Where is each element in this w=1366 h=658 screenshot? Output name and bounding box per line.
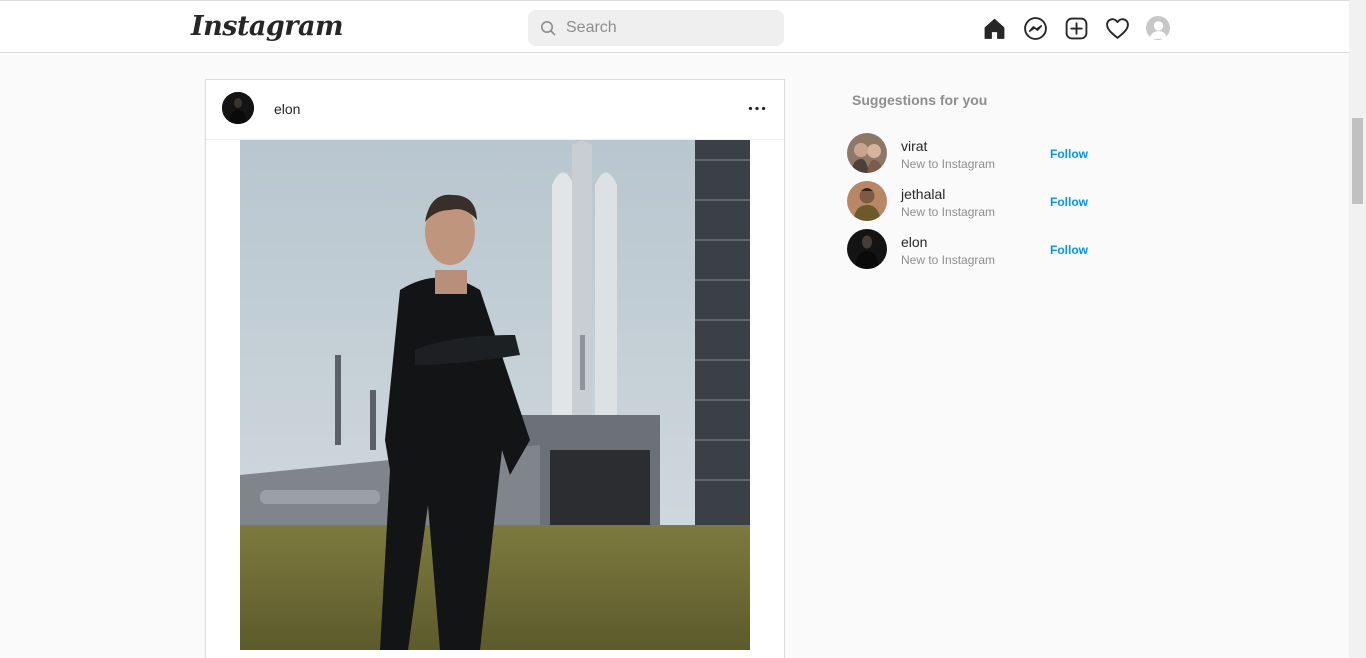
suggestion-item-elon: elon New to Instagram Follow [847,229,1097,277]
post-image[interactable] [240,140,750,650]
home-icon [984,18,1004,39]
post-username[interactable]: elon [274,101,300,117]
messenger-icon [1023,16,1047,40]
search-icon [541,21,556,36]
activity-button[interactable] [1104,15,1130,41]
post-header: elon [206,80,784,140]
suggestion-avatar[interactable] [847,181,887,221]
top-navigation-bar: Instagram [0,0,1349,53]
suggestion-avatar[interactable] [847,133,887,173]
new-post-icon [1065,17,1087,39]
search-input[interactable] [566,19,766,37]
follow-button[interactable]: Follow [1050,147,1088,161]
suggestion-item-virat: virat New to Instagram Follow [847,133,1097,181]
post-more-button[interactable] [746,94,768,122]
messenger-button[interactable] [1022,15,1048,41]
follow-button[interactable]: Follow [1050,195,1088,209]
profile-button[interactable] [1145,15,1171,41]
nav-icons [981,15,1186,41]
instagram-logo[interactable]: Instagram [191,11,344,42]
home-button[interactable] [981,15,1007,41]
suggestion-subtitle: New to Instagram [901,253,996,267]
more-options-icon [748,106,766,110]
suggestion-name[interactable]: elon [901,234,927,250]
suggestion-name[interactable]: jethalal [901,186,945,202]
post-author-avatar[interactable] [222,92,254,124]
suggestions-list: virat New to Instagram Follow jethalal N… [847,133,1097,277]
suggestion-avatar[interactable] [847,229,887,269]
scrollbar-thumb[interactable] [1352,118,1363,204]
new-post-button[interactable] [1063,15,1089,41]
suggestion-subtitle: New to Instagram [901,157,996,171]
suggestion-name[interactable]: virat [901,138,927,154]
search-box[interactable] [528,10,784,46]
feed-post: elon [205,79,785,658]
follow-button[interactable]: Follow [1050,243,1088,257]
profile-avatar [1146,16,1170,40]
activity-heart-icon [1105,17,1129,39]
suggestion-subtitle: New to Instagram [901,205,996,219]
suggestion-item-jethalal: jethalal New to Instagram Follow [847,181,1097,229]
post-photo [240,140,750,650]
suggestions-title: Suggestions for you [852,92,988,108]
page-scrollbar[interactable] [1349,0,1366,658]
